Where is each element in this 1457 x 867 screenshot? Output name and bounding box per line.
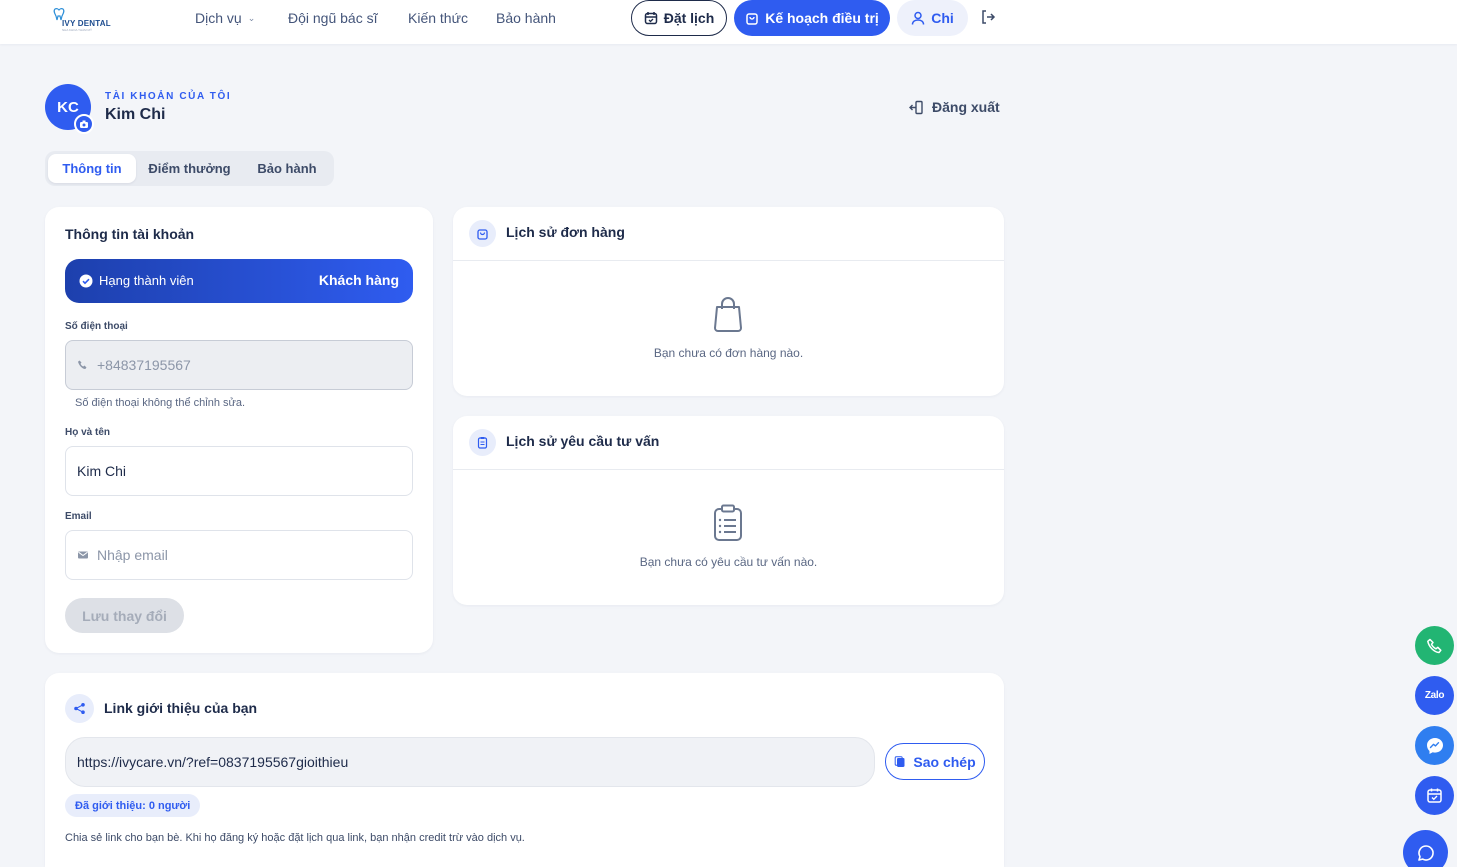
- phone-hint: Số điện thoại không thể chỉnh sửa.: [75, 397, 246, 409]
- book-appointment-label: Đặt lịch: [663, 10, 715, 26]
- referral-link-field[interactable]: https://ivycare.vn/?ref=0837195567gioith…: [65, 737, 875, 787]
- email-label: Email: [65, 511, 92, 522]
- calendar-icon: [644, 12, 657, 25]
- nav-doctors[interactable]: Đội ngũ bác sĩ: [288, 10, 378, 26]
- treatment-plan-button[interactable]: Kế hoạch điều trị: [734, 0, 890, 36]
- phone-icon: [1426, 638, 1442, 653]
- membership-tier-value: Khách hàng: [318, 272, 399, 288]
- logo[interactable]: IVY DENTAL NHA KHOA THẨM MỸ: [52, 7, 114, 33]
- phone-label: Số điện thoại: [65, 321, 128, 332]
- calendar-check-icon: [1427, 788, 1442, 803]
- phone-field: +84837195567: [65, 340, 413, 390]
- referral-note: Chia sẻ link cho bạn bè. Khi họ đăng ký …: [65, 832, 525, 844]
- referral-title: Link giới thiệu của bạn: [104, 700, 258, 716]
- messenger-button[interactable]: [1415, 726, 1454, 765]
- user-menu-label: Chi: [931, 10, 954, 26]
- empty-bag-icon: [714, 297, 742, 332]
- logout-button[interactable]: Đăng xuất: [909, 99, 1000, 115]
- logout-icon[interactable]: [980, 9, 996, 25]
- clipboard-icon: [469, 429, 496, 456]
- referral-card: Link giới thiệu của bạn https://ivycare.…: [45, 673, 1004, 867]
- copy-icon: [895, 755, 905, 767]
- email-field[interactable]: Nhập email: [65, 530, 413, 580]
- consult-history-empty: Bạn chưa có yêu cầu tư vấn nào.: [639, 555, 818, 569]
- user-icon: [911, 11, 925, 25]
- referral-link-value: https://ivycare.vn/?ref=0837195567gioith…: [77, 754, 349, 770]
- check-badge-icon: [79, 274, 93, 288]
- nav-knowledge[interactable]: Kiến thức: [408, 10, 468, 26]
- nav-warranty[interactable]: Bảo hành: [496, 10, 556, 26]
- copy-link-label: Sao chép: [913, 753, 976, 770]
- consult-history-header: Lịch sử yêu cầu tư vấn: [453, 416, 1004, 470]
- logout-label: Đăng xuất: [932, 99, 1000, 115]
- membership-tier-label: Hạng thành viên: [99, 273, 194, 288]
- logo-text: IVY DENTAL: [62, 19, 111, 28]
- user-menu-button[interactable]: Chi: [897, 0, 968, 36]
- account-name: Kim Chi: [105, 106, 166, 123]
- nav-services[interactable]: Dịch vụ ⌄: [195, 10, 255, 26]
- order-history-card: Lịch sử đơn hàng Bạn chưa có đơn hàng nà…: [453, 207, 1004, 396]
- treatment-plan-label: Kế hoạch điều trị: [765, 10, 879, 26]
- book-appointment-button[interactable]: Đặt lịch: [631, 0, 727, 36]
- fullname-value: Kim Chi: [77, 463, 127, 479]
- tab-rewards[interactable]: Điểm thưởng: [141, 154, 238, 183]
- messenger-icon: [1426, 737, 1443, 754]
- chat-button[interactable]: [1403, 830, 1448, 867]
- copy-link-button[interactable]: Sao chép: [885, 743, 985, 780]
- account-info-title: Thông tin tài khoản: [65, 226, 195, 242]
- order-history-empty: Bạn chưa có đơn hàng nào.: [653, 346, 804, 360]
- tab-info[interactable]: Thông tin: [48, 154, 136, 183]
- chat-bubble-icon: [1417, 844, 1434, 861]
- zalo-button[interactable]: Zalo: [1415, 676, 1454, 715]
- fullname-field[interactable]: Kim Chi: [65, 446, 413, 496]
- save-changes-button[interactable]: Lưu thay đổi: [65, 598, 184, 633]
- membership-tier-banner: Hạng thành viên Khách hàng: [65, 259, 413, 303]
- consult-history-card: Lịch sử yêu cầu tư vấn Bạn chưa có yêu c…: [453, 416, 1004, 605]
- referral-count-badge: Đã giới thiệu: 0 người: [65, 794, 201, 817]
- nav-services-label: Dịch vụ: [195, 10, 242, 26]
- account-section-label: TÀI KHOẢN CỦA TÔI: [105, 91, 232, 102]
- order-history-header: Lịch sử đơn hàng: [453, 207, 1004, 261]
- consult-history-title: Lịch sử yêu cầu tư vấn: [506, 433, 660, 449]
- logo-tagline: NHA KHOA THẨM MỸ: [62, 28, 92, 32]
- order-history-title: Lịch sử đơn hàng: [506, 224, 625, 240]
- chevron-down-icon: ⌄: [247, 13, 256, 23]
- calendar-booking-button[interactable]: [1415, 776, 1454, 815]
- shopping-bag-icon: [746, 13, 758, 25]
- phone-icon: [78, 360, 87, 369]
- camera-icon[interactable]: [74, 114, 94, 134]
- call-button[interactable]: [1415, 626, 1454, 665]
- share-icon: [65, 694, 94, 723]
- top-navbar: IVY DENTAL NHA KHOA THẨM MỸ Dịch vụ ⌄ Đội…: [0, 0, 1457, 44]
- door-exit-icon: [909, 100, 923, 114]
- empty-clipboard-icon: [714, 504, 742, 541]
- profile-tabs: Thông tin Điểm thưởng Bảo hành: [45, 151, 334, 186]
- email-placeholder: Nhập email: [97, 547, 168, 563]
- fullname-label: Họ và tên: [65, 427, 111, 438]
- shopping-bag-icon: [469, 220, 496, 247]
- tab-warranty[interactable]: Bảo hành: [244, 154, 330, 183]
- account-info-card: Thông tin tài khoản Hạng thành viên Khác…: [45, 207, 433, 653]
- phone-value: +84837195567: [97, 357, 191, 373]
- mail-icon: [78, 551, 88, 559]
